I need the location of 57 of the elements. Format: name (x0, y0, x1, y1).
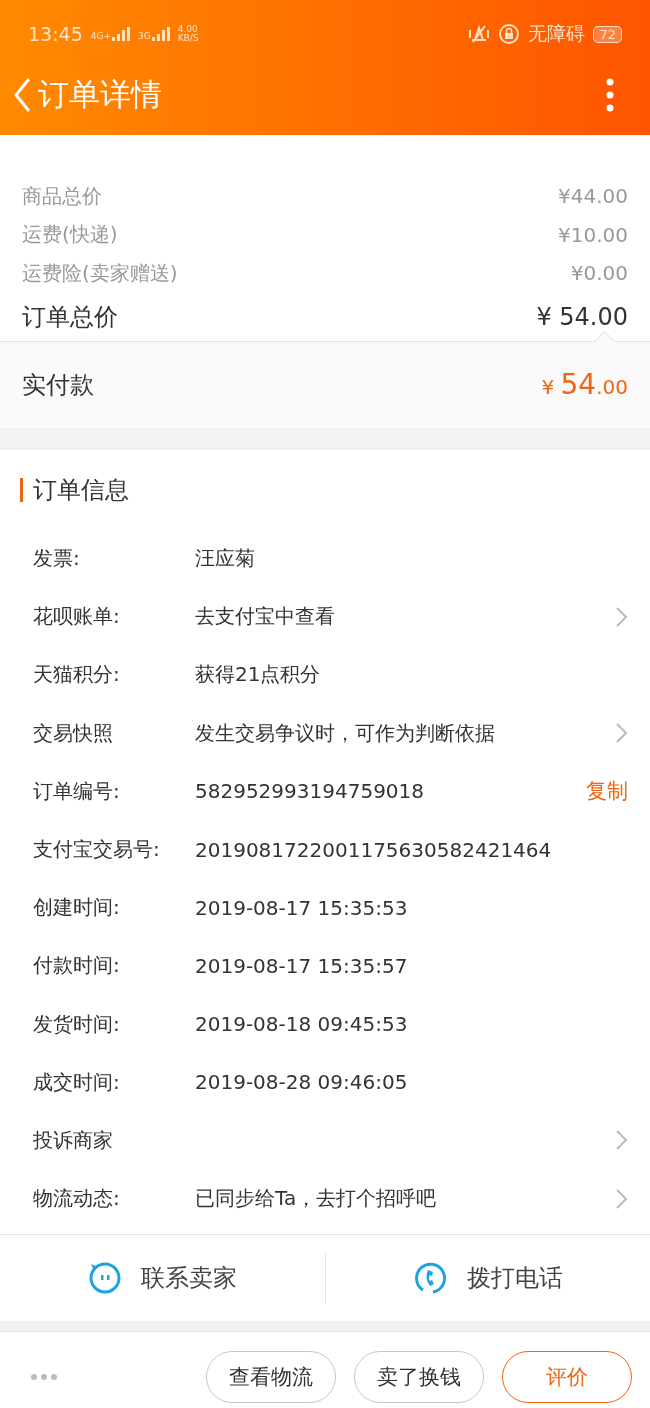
info-value: 582952993194759018 (195, 779, 426, 804)
chevron-right-icon[interactable] (615, 722, 628, 745)
price-value: ¥0.00 (570, 261, 628, 286)
paid-label: 实付款 (22, 369, 94, 401)
network-type: 4G+ (90, 31, 111, 41)
info-value: 汪应菊 (195, 545, 256, 573)
price-label: 商品总价 (22, 182, 102, 210)
info-value: 2019-08-17 15:35:57 (195, 953, 409, 978)
total-value: ¥ 54.00 (536, 302, 628, 331)
battery-indicator: 72 (593, 25, 622, 43)
network-speed: 4.00 (177, 25, 199, 34)
section-title: 订单信息 (33, 474, 129, 506)
info-value: 已同步给Ta，去打个招呼吧 (195, 1185, 438, 1213)
contact-seller-button[interactable]: 联系卖家 (141, 1261, 238, 1294)
paid-amount: ¥ 54.00 (541, 368, 628, 401)
info-value: 获得21点积分 (195, 661, 322, 689)
signal-icon (151, 27, 170, 41)
vibrate-bell-icon (468, 23, 491, 45)
info-label: 发票: (33, 545, 81, 573)
price-label: 运费险(卖家赠送) (22, 259, 178, 287)
total-label: 订单总价 (22, 301, 118, 333)
rotation-lock-icon (498, 23, 521, 45)
info-label: 天猫积分: (33, 661, 121, 689)
info-label: 交易快照 (33, 719, 114, 747)
price-value: ¥10.00 (558, 222, 628, 247)
info-label: 创建时间: (33, 894, 121, 922)
network-type: 3G (138, 31, 151, 41)
page-title: 订单详情 (38, 75, 163, 114)
info-label: 花呗账单: (33, 603, 121, 631)
info-value: 2019-08-17 15:35:53 (195, 895, 409, 920)
info-value: 去支付宝中查看 (195, 603, 336, 631)
network-speed: KB/S (177, 34, 199, 43)
signal-icon (112, 27, 130, 41)
chevron-right-icon[interactable] (615, 1129, 628, 1152)
action-button[interactable]: 查看物流 (206, 1350, 336, 1403)
status-time: 13:45 (28, 23, 83, 45)
info-label: 物流动态: (33, 1185, 121, 1213)
info-label: 成交时间: (33, 1068, 121, 1096)
info-label: 发货时间: (33, 1010, 121, 1038)
info-value: 2019-08-18 09:45:53 (195, 1012, 409, 1037)
back-icon[interactable] (12, 77, 32, 113)
info-value: 2019081722001175630582421464 (195, 837, 553, 862)
price-label: 运费(快递) (22, 221, 118, 249)
call-button[interactable]: 拨打电话 (466, 1261, 563, 1294)
info-label: 投诉商家 (33, 1126, 114, 1154)
more-icon[interactable] (606, 78, 614, 112)
accessibility-label: 无障碍 (528, 21, 586, 46)
price-value: ¥44.00 (558, 184, 628, 209)
info-value: 发生交易争议时，可作为判断依据 (195, 719, 496, 747)
info-label: 支付宝交易号: (33, 836, 161, 864)
chevron-right-icon[interactable] (615, 605, 628, 628)
more-dots-icon[interactable] (30, 1372, 58, 1381)
info-label: 付款时间: (33, 952, 121, 980)
info-label: 订单编号: (33, 777, 121, 805)
action-button[interactable]: 卖了换钱 (354, 1350, 484, 1403)
chevron-right-icon[interactable] (615, 1187, 628, 1210)
info-value: 2019-08-28 09:46:05 (195, 1070, 409, 1095)
